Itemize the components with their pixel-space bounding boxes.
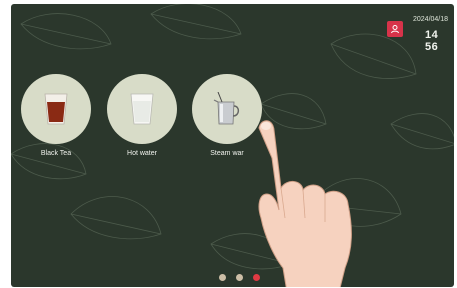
black-tea-cup-icon bbox=[44, 93, 68, 125]
date-display: 2024/04/18 bbox=[413, 16, 449, 23]
page-dot[interactable] bbox=[219, 274, 226, 281]
pointing-hand-icon bbox=[258, 120, 352, 287]
drink-label: Black Tea bbox=[40, 150, 72, 157]
user-profile-button[interactable] bbox=[387, 21, 403, 37]
device-frame: 2024/04/18 14 56 Black Tea Hot water Ste… bbox=[0, 0, 457, 288]
drink-circle[interactable] bbox=[21, 74, 91, 144]
hot-water-glass-icon bbox=[130, 93, 154, 125]
drink-circle[interactable] bbox=[107, 74, 177, 144]
touch-screen: 2024/04/18 14 56 Black Tea Hot water Ste… bbox=[11, 4, 454, 287]
user-icon bbox=[391, 25, 399, 34]
drink-tile-black-tea[interactable]: Black Tea bbox=[11, 74, 101, 157]
time-display: 14 56 bbox=[425, 29, 439, 53]
steam-pitcher-icon bbox=[213, 92, 240, 125]
drink-tile-hot-water[interactable]: Hot water bbox=[97, 74, 187, 157]
drink-label: Hot water bbox=[127, 150, 157, 157]
page-dot[interactable] bbox=[236, 274, 243, 281]
